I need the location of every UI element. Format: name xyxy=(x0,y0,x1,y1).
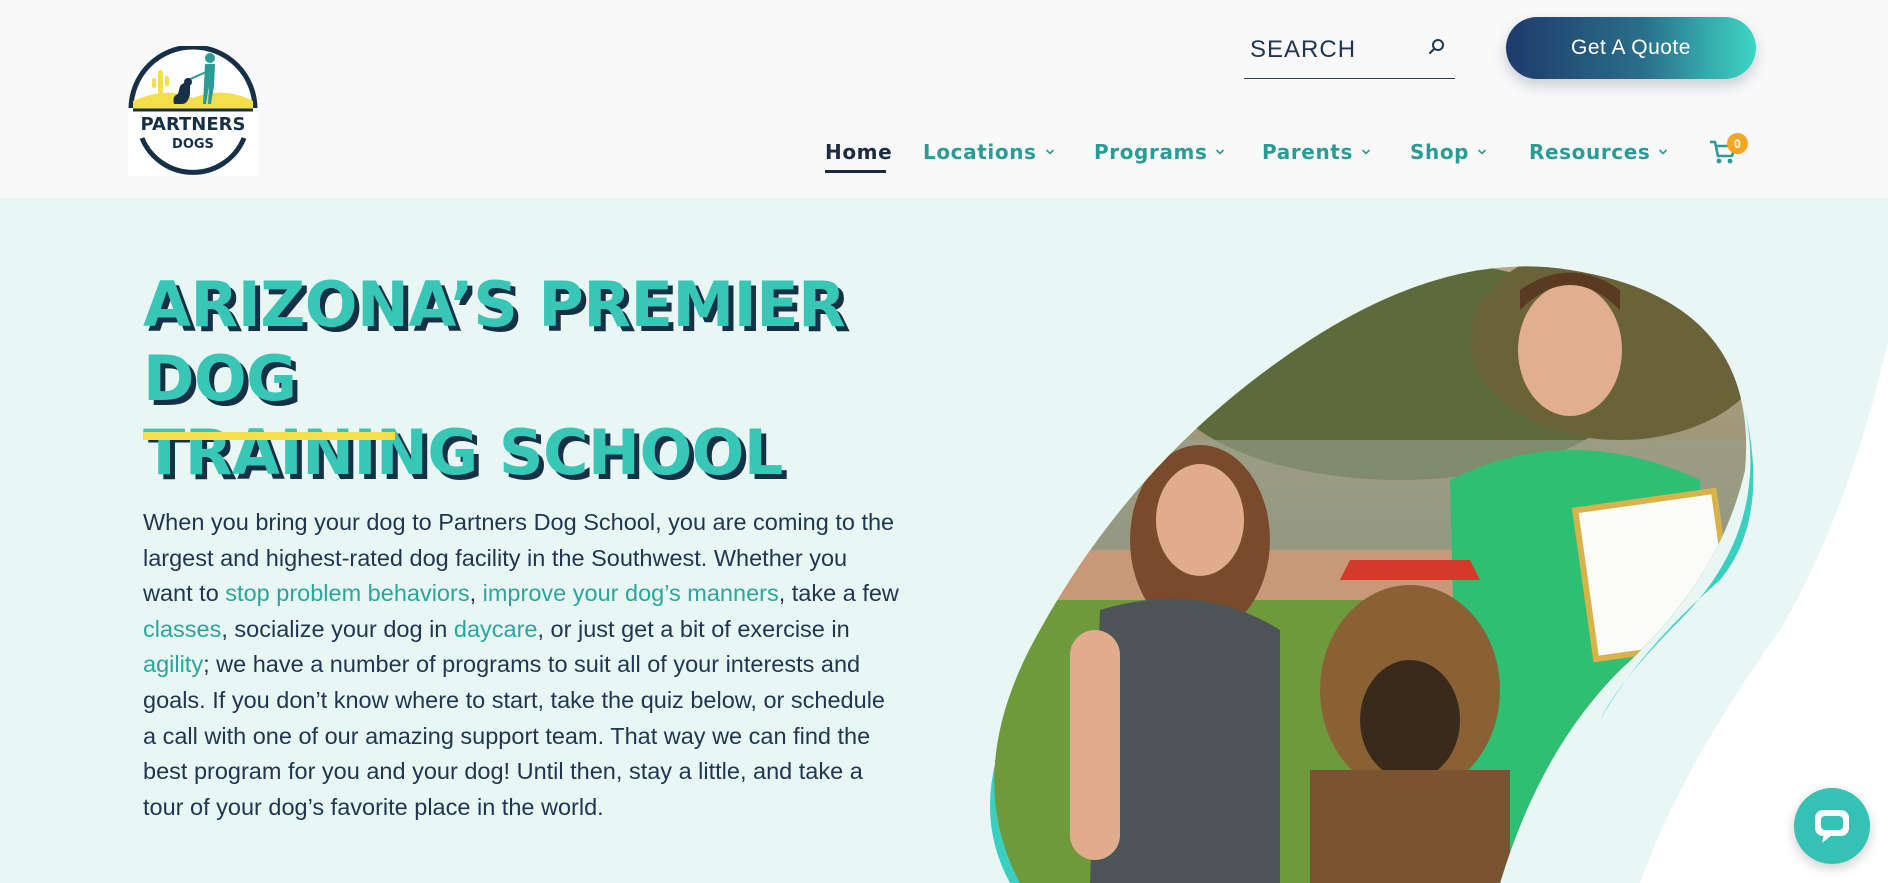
nav-item-parents[interactable]: Parents xyxy=(1262,140,1371,164)
hero-heading-line1: ARIZONA’S PREMIER DOG xyxy=(143,268,846,415)
link-stop-problem-behaviors[interactable]: stop problem behaviors xyxy=(225,580,469,606)
nav-label: Home xyxy=(825,140,893,164)
get-a-quote-button[interactable]: Get A Quote xyxy=(1506,17,1756,79)
hero-photo xyxy=(990,266,1888,883)
chevron-down-icon xyxy=(1361,149,1371,155)
nav-label: Resources xyxy=(1529,140,1651,164)
link-improve-manners[interactable]: improve your dog’s manners xyxy=(483,580,779,606)
svg-text:DOGS: DOGS xyxy=(172,137,214,152)
nav-item-shop[interactable]: Shop xyxy=(1410,140,1487,164)
svg-text:PARTNERS: PARTNERS xyxy=(141,114,246,135)
search-label: SEARCH xyxy=(1250,36,1357,63)
chevron-down-icon xyxy=(1659,149,1668,155)
intro-text: , socialize your dog in xyxy=(221,615,454,642)
link-daycare[interactable]: daycare xyxy=(454,616,538,642)
chevron-down-icon xyxy=(1478,149,1487,155)
nav-item-home[interactable]: Home xyxy=(825,140,892,164)
nav-item-resources[interactable]: Resources xyxy=(1529,140,1668,164)
link-agility[interactable]: agility xyxy=(143,651,203,677)
chat-bubble-icon xyxy=(1815,810,1849,843)
intro-text: , or just get a bit of exercise in xyxy=(537,615,850,642)
intro-text: ; we have a number of programs to suit a… xyxy=(143,651,885,820)
chevron-down-icon xyxy=(1045,149,1054,155)
intro-text: , xyxy=(469,580,483,607)
search-field[interactable]: SEARCH xyxy=(1244,24,1455,79)
partners-dogs-logo[interactable]: PARTNERS DOGS xyxy=(128,46,258,176)
nav-item-locations[interactable]: Locations xyxy=(923,140,1055,164)
nav-label: Shop xyxy=(1410,140,1470,164)
nav-active-indicator xyxy=(825,170,886,173)
hero-heading-line2: TRAINING SCHOOL xyxy=(143,416,783,489)
heading-accent-bar xyxy=(143,432,395,440)
nav-label: Programs xyxy=(1094,140,1208,164)
chat-button[interactable] xyxy=(1794,788,1870,864)
link-classes[interactable]: classes xyxy=(143,616,221,642)
chevron-down-icon xyxy=(1216,149,1225,155)
nav-label: Parents xyxy=(1262,140,1353,164)
nav-item-programs[interactable]: Programs xyxy=(1094,140,1225,164)
search-icon[interactable] xyxy=(1425,36,1447,58)
hero-intro-paragraph: When you bring your dog to Partners Dog … xyxy=(143,505,903,825)
cart-count-badge: 0 xyxy=(1727,133,1748,154)
hero-heading: ARIZONA’S PREMIER DOG TRAINING SCHOOL xyxy=(143,268,963,490)
intro-text: , take a few xyxy=(778,580,899,607)
nav-label: Locations xyxy=(923,140,1037,164)
site-header: PARTNERS DOGS SEARCH Get A Quote Home Lo… xyxy=(0,0,1888,198)
